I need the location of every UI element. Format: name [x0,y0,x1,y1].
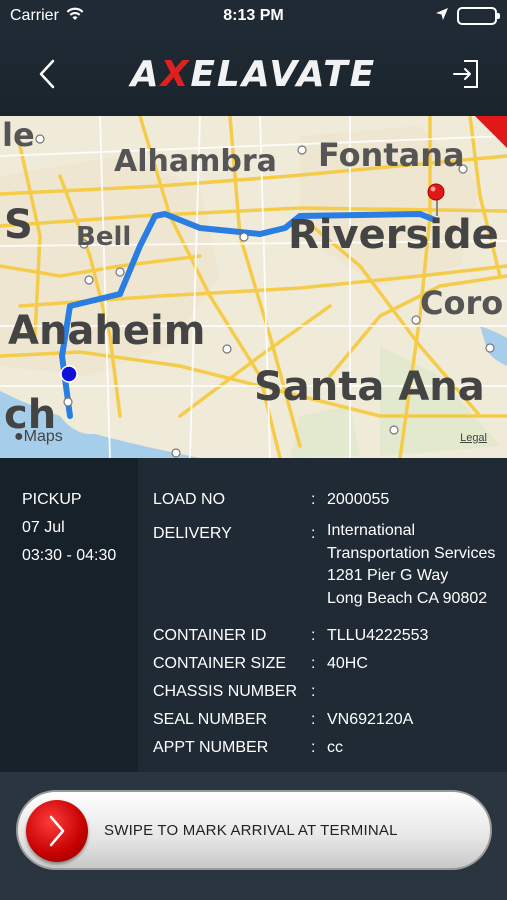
pickup-panel: PICKUP 07 Jul 03:30 - 04:30 [0,458,138,772]
container-id-value: TLLU4222553 [327,627,429,644]
separator: : [311,627,316,644]
chassis-number-row: CHASSIS NUMBER : [153,678,503,706]
swipe-knob[interactable] [26,800,88,862]
map-label: Fontana [318,136,465,174]
chevron-left-icon [39,59,55,89]
container-id-row: CONTAINER ID : TLLU4222553 [153,622,503,650]
seal-number-row: SEAL NUMBER : VN692120A [153,706,503,734]
delivery-line: International [327,522,416,539]
container-size-value: 40HC [327,655,368,672]
carrier-label: Carrier [10,7,59,24]
info-table: LOAD NO : 2000055 DELIVERY : Internation… [153,486,503,762]
map-label: S [4,202,33,248]
logo-prefix: A [130,53,161,95]
pickup-title: PICKUP [22,491,82,508]
wifi-icon [65,7,85,26]
load-no-label: LOAD NO [153,491,226,508]
load-no-row: LOAD NO : 2000055 [153,486,503,514]
origin-pin-icon[interactable] [60,365,78,383]
back-button[interactable] [30,54,64,94]
appt-number-label: APPT NUMBER [153,739,269,756]
separator: : [311,491,316,508]
logo-x: X [160,53,191,95]
container-size-row: CONTAINER SIZE : 40HC [153,650,503,678]
delivery-row: DELIVERY : International Transportation … [153,520,503,610]
load-no-value: 2000055 [327,491,390,508]
seal-number-label: SEAL NUMBER [153,711,268,728]
logout-icon [453,60,478,88]
status-bar: Carrier 8:13 PM [0,0,507,32]
map-label: Santa Ana [254,364,485,410]
app-header: AXELAVATE [0,32,507,116]
map-label: Bell [76,222,132,252]
seal-number-value: VN692120A [327,711,414,728]
map-label: Riverside [288,212,499,258]
container-id-label: CONTAINER ID [153,627,267,644]
legal-link[interactable]: Legal [460,432,487,444]
delivery-address: International Transportation Services 12… [327,520,503,610]
separator: : [311,683,316,700]
maps-brand-label: Maps [23,428,63,445]
container-size-label: CONTAINER SIZE [153,655,287,672]
battery-icon [457,7,500,25]
route-map[interactable]: le Alhambra Fontana S Bell Riverside Cor… [0,116,507,458]
map-label: Coro [420,284,504,322]
map-label: Anaheim [8,308,206,354]
chassis-number-value [327,678,503,706]
appt-number-value: cc [327,739,343,756]
apple-logo-icon: ● [14,428,24,445]
swipe-label: SWIPE TO MARK ARRIVAL AT TERMINAL [104,822,398,839]
logo-suffix: ELAVATE [190,53,377,95]
swipe-to-arrive-slider[interactable]: SWIPE TO MARK ARRIVAL AT TERMINAL [16,790,492,870]
chassis-number-label: CHASSIS NUMBER [153,683,298,700]
delivery-line: Long Beach CA 90802 [327,589,488,607]
pickup-date: 07 Jul [22,519,65,536]
separator: : [311,655,316,672]
swipe-area: SWIPE TO MARK ARRIVAL AT TERMINAL [0,772,507,900]
appt-number-row: APPT NUMBER : cc [153,734,503,762]
map-label: le [2,116,35,154]
location-arrow-icon [435,7,449,26]
chevron-right-icon [49,815,65,847]
separator: : [311,711,316,728]
status-right [435,7,500,26]
logout-button[interactable] [449,54,483,94]
delivery-line: 1281 Pier G Way [327,567,449,584]
delivery-line: Transportation Services [327,544,496,562]
load-details: PICKUP 07 Jul 03:30 - 04:30 LOAD NO : 20… [0,458,507,772]
separator: : [311,525,316,542]
app-logo: AXELAVATE [131,54,377,95]
maps-brand: ●Maps [14,428,63,446]
delivery-label: DELIVERY [153,525,232,542]
status-left: Carrier [10,7,85,26]
pickup-time-window: 03:30 - 04:30 [22,547,117,564]
separator: : [311,739,316,756]
map-label: Alhambra [114,144,277,179]
